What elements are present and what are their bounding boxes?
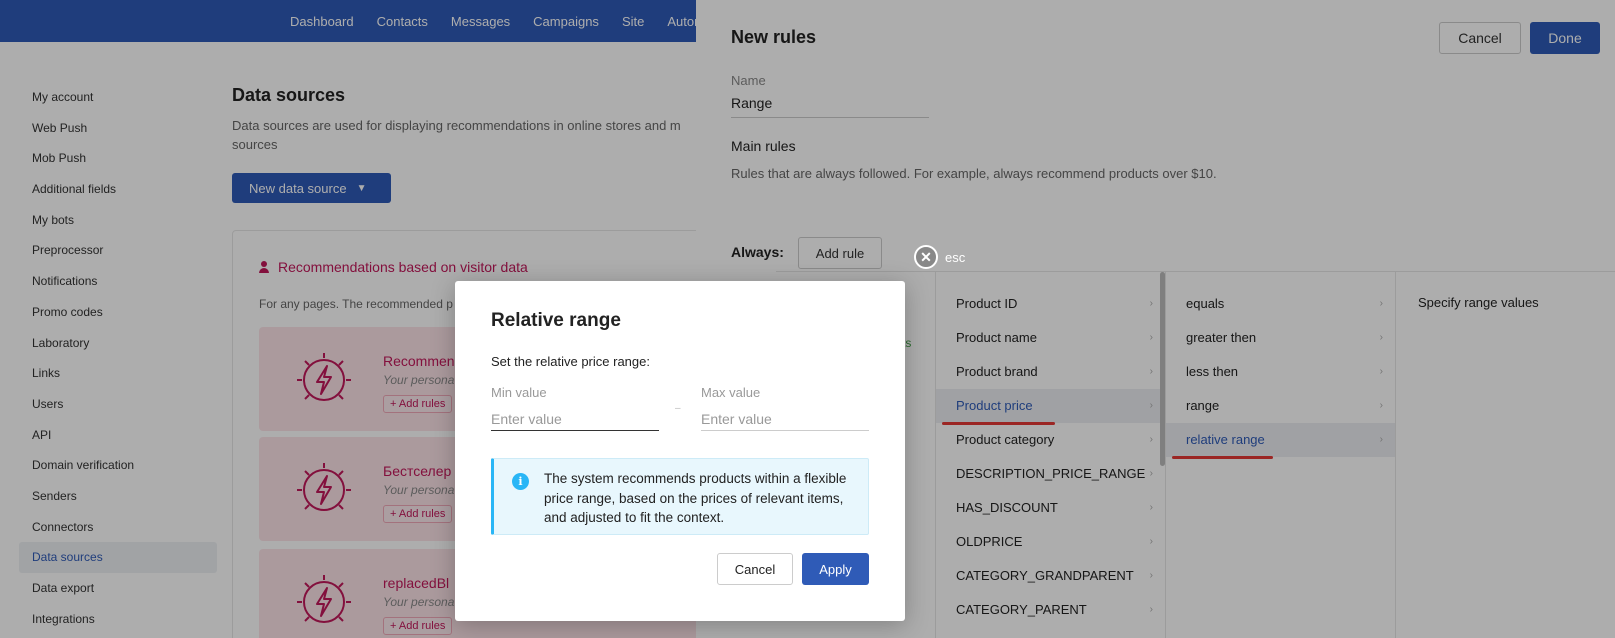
info-icon: i: [512, 473, 529, 490]
max-value-label: Max value: [701, 385, 761, 400]
max-value-input[interactable]: [701, 408, 869, 431]
dialog-subtitle: Set the relative price range:: [491, 354, 650, 369]
max-value-group: Max value: [701, 385, 869, 431]
min-value-label: Min value: [491, 385, 547, 400]
relative-range-dialog: Relative range Set the relative price ra…: [455, 281, 905, 621]
info-box: i The system recommends products within …: [491, 458, 869, 535]
apply-button[interactable]: Apply: [802, 553, 869, 585]
dialog-title: Relative range: [491, 310, 621, 331]
min-value-input[interactable]: [491, 408, 659, 431]
dialog-cancel-button[interactable]: Cancel: [717, 553, 793, 585]
info-text: The system recommends products within a …: [544, 471, 847, 525]
range-separator: –: [675, 403, 681, 414]
min-value-group: Min value: [491, 385, 659, 431]
esc-close[interactable]: ✕ esc: [914, 245, 965, 269]
close-icon[interactable]: ✕: [914, 245, 938, 269]
esc-label: esc: [945, 249, 966, 265]
